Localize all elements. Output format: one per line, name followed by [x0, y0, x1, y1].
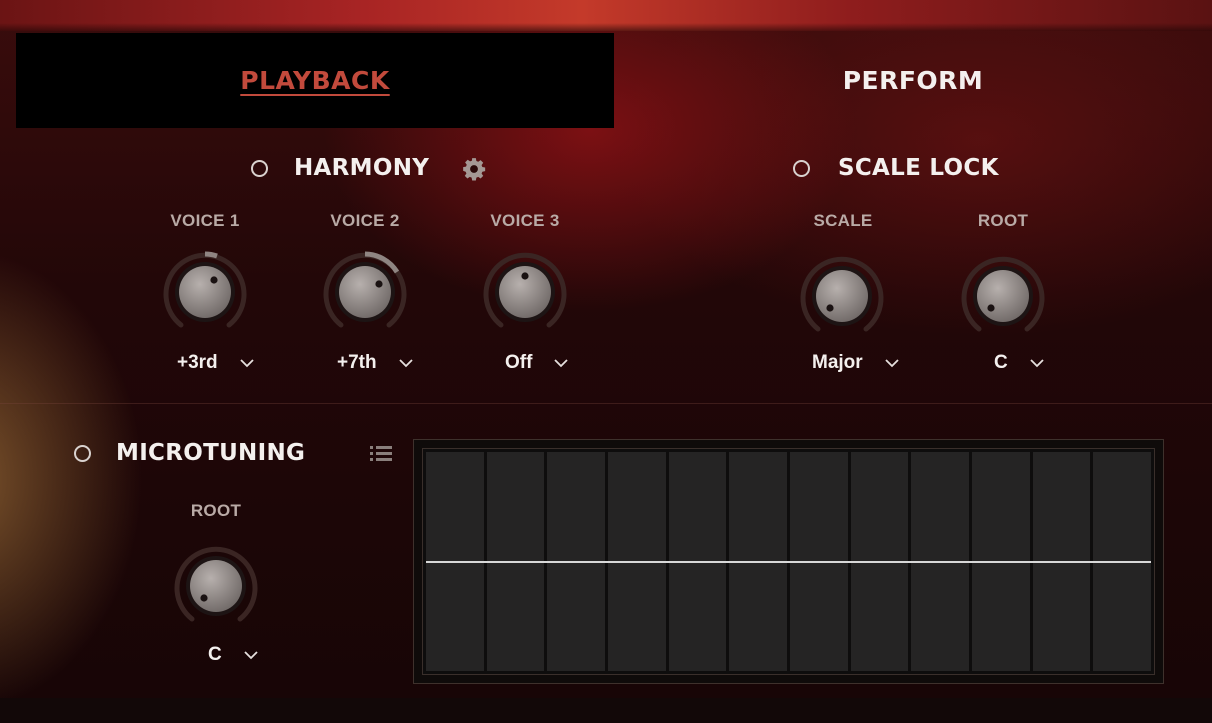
voice2-dropdown[interactable]: +7th — [337, 349, 413, 377]
tuning-key[interactable] — [1093, 452, 1152, 671]
scale-root-dropdown[interactable]: C — [994, 349, 1044, 377]
tuning-key[interactable] — [911, 452, 970, 671]
header-bar — [0, 0, 1212, 31]
scale-value: Major — [812, 352, 863, 373]
microtuning-editor — [413, 439, 1164, 684]
microtuning-root-knob[interactable] — [170, 540, 262, 632]
tuning-key[interactable] — [1032, 452, 1091, 671]
chevron-down-icon — [885, 359, 899, 368]
chevron-down-icon — [554, 359, 569, 368]
footer-strip — [0, 698, 1212, 723]
voice3-knob[interactable] — [479, 246, 571, 338]
voice3-dropdown[interactable]: Off — [505, 349, 569, 377]
harmony-title: HARMONY — [294, 155, 430, 181]
section-divider — [0, 403, 1212, 404]
tuning-key[interactable] — [790, 452, 848, 671]
microtuning-root-value: C — [208, 644, 222, 665]
chevron-down-icon — [244, 651, 258, 660]
voice3-value: Off — [505, 352, 533, 373]
instrument-panel: PLAYBACK PERFORM HARMONY VOICE 1 VOICE 2… — [0, 0, 1212, 723]
tab-playback[interactable]: PLAYBACK — [16, 33, 614, 128]
voice1-value: +3rd — [177, 352, 218, 373]
scale-root-value: C — [994, 352, 1008, 373]
scale-dropdown[interactable]: Major — [812, 349, 899, 377]
voice3-label: VOICE 3 — [490, 211, 560, 230]
tab-perform[interactable]: PERFORM — [614, 33, 1212, 128]
gear-icon[interactable] — [461, 156, 487, 182]
tuning-key[interactable] — [608, 452, 666, 671]
scale-root-label: ROOT — [977, 211, 1029, 230]
voice2-value: +7th — [337, 352, 377, 373]
microtuning-key-grid — [422, 448, 1155, 675]
microtuning-root-label: ROOT — [190, 501, 242, 520]
tuning-key[interactable] — [729, 452, 788, 671]
scale-lock-toggle[interactable] — [793, 160, 810, 177]
chevron-down-icon — [240, 359, 254, 368]
voice2-knob[interactable] — [319, 246, 411, 338]
voice2-label: VOICE 2 — [330, 211, 400, 230]
scale-root-knob[interactable] — [957, 250, 1049, 342]
tuning-key[interactable] — [850, 452, 909, 671]
list-icon[interactable] — [370, 445, 394, 463]
tuning-key[interactable] — [426, 452, 484, 671]
voice1-label: VOICE 1 — [170, 211, 240, 230]
microtuning-toggle[interactable] — [74, 445, 91, 462]
microtuning-title: MICROTUNING — [116, 440, 306, 466]
tuning-key[interactable] — [486, 452, 545, 671]
scale-knob[interactable] — [796, 250, 888, 342]
tuning-key[interactable] — [668, 452, 727, 671]
scale-label: SCALE — [813, 211, 873, 230]
tuning-key[interactable] — [972, 452, 1030, 671]
voice1-dropdown[interactable]: +3rd — [177, 349, 254, 377]
microtuning-root-dropdown[interactable]: C — [208, 641, 258, 669]
scale-lock-title: SCALE LOCK — [838, 155, 999, 181]
tuning-key[interactable] — [547, 452, 606, 671]
chevron-down-icon — [1030, 359, 1044, 368]
harmony-toggle[interactable] — [251, 160, 268, 177]
chevron-down-icon — [398, 359, 413, 368]
voice1-knob[interactable] — [159, 246, 251, 338]
